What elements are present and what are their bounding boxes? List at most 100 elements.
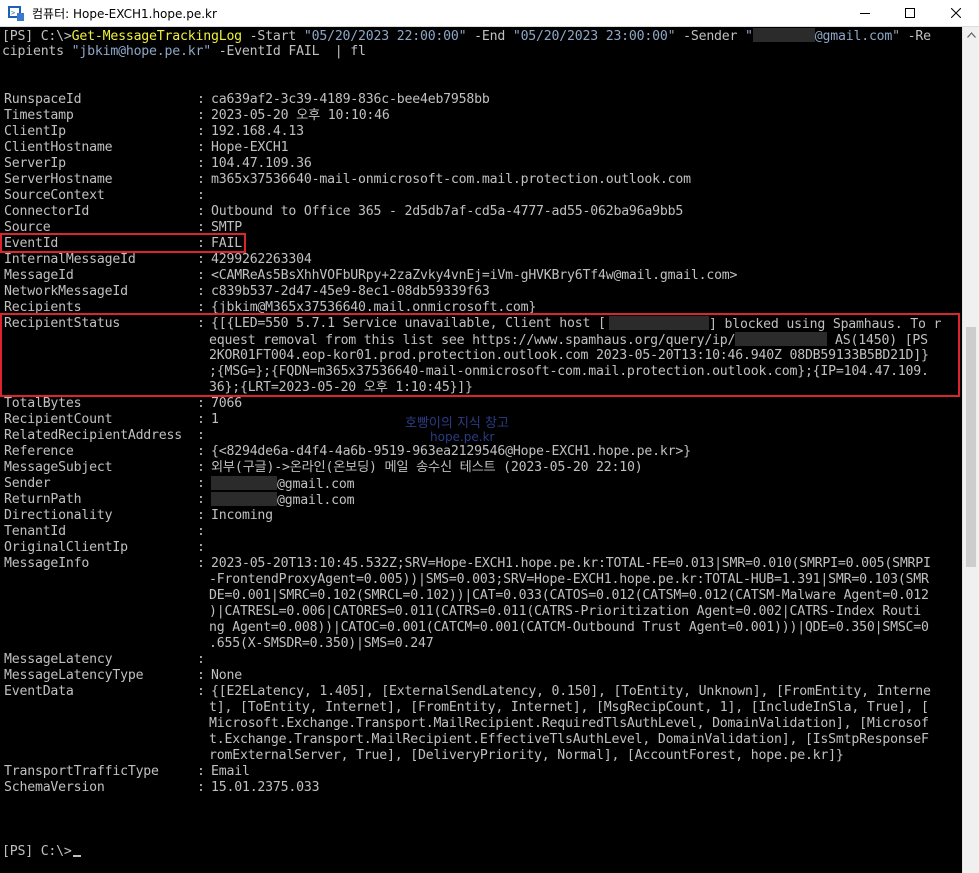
record-value-text: @gmail.com	[277, 477, 355, 492]
record-separator: :	[197, 524, 205, 539]
record-value: 192.168.4.13	[211, 124, 304, 139]
record-separator: :	[197, 396, 205, 411]
vertical-scrollbar[interactable]	[962, 27, 979, 873]
record-separator: :	[197, 556, 205, 571]
record-value: 7066	[211, 396, 242, 411]
maximize-button[interactable]	[887, 0, 933, 26]
record-key: OriginalClientIp	[4, 540, 128, 555]
record-separator: :	[197, 508, 205, 523]
redacted-block	[211, 492, 277, 506]
end-value: "05/20/2023 23:00:00"	[512, 29, 676, 44]
record-row: NetworkMessageId: c839b537-2d47-45e9-8ec1…	[2, 284, 962, 300]
record-value: c839b537-2d47-45e9-8ec1-08db59339f63	[211, 284, 490, 299]
record-separator: :	[197, 652, 205, 667]
record-key: RunspaceId	[4, 92, 82, 107]
message-info-line-3: DE=0.001|SMRC=0.102(SMRCL=0.102))|CAT=0.…	[209, 588, 929, 603]
record-value-text: @gmail.com	[277, 493, 355, 508]
record-separator: :	[197, 444, 205, 459]
record-key: MessageLatency	[4, 652, 113, 667]
exchange-shell-icon: >_	[8, 5, 24, 21]
command-line-2: cipients "jbkim@hope.pe.kr" -EventId FAI…	[2, 44, 366, 60]
scroll-up-button[interactable]	[963, 27, 979, 43]
record-separator: :	[197, 492, 205, 507]
record-key: ServerHostname	[4, 172, 113, 187]
record-row: Sender: @gmail.com	[2, 476, 962, 492]
record-value: Hope-EXCH1	[211, 140, 289, 155]
record-value: {[E2ELatency, 1.405], [ExternalSendLaten…	[211, 684, 931, 699]
record-row: ServerIp:104.47.109.36	[2, 156, 962, 172]
record-row: ConnectorId: Outbound to Office 365 - 2d5…	[2, 204, 962, 220]
record-value: @gmail.com	[211, 476, 355, 493]
eventid-highlight-box	[0, 233, 246, 253]
record-row: Reference: {<8294de6a-d4f4-4a6b-9519-963e…	[2, 444, 962, 460]
command-line-1: [PS] C:\>Get-MessageTrackingLog -Start "…	[2, 28, 931, 44]
recipients-param-cont: cipients	[2, 44, 72, 59]
record-row: Directionality: Incoming	[2, 508, 962, 524]
record-value: 2023-05-20T13:10:45.532Z;SRV=Hope-EXCH1.…	[211, 556, 931, 571]
text-cursor	[72, 855, 81, 857]
event-data-line-3: Microsoft.Exchange.Transport.MailRecipie…	[209, 716, 929, 731]
record-key: TransportTrafficType	[4, 764, 159, 779]
message-info-line-5: ng Agent=0.008))|CATOC=0.001(CATCM=0.001…	[209, 620, 929, 635]
record-key: RecipientCount	[4, 412, 113, 427]
redacted-block	[211, 476, 277, 490]
record-separator: :	[197, 764, 205, 779]
record-separator: :	[197, 780, 205, 795]
record-key: ClientHostname	[4, 140, 113, 155]
sender-quote: "	[745, 29, 753, 44]
record-key: EventData	[4, 684, 74, 699]
record-key: MessageId	[4, 268, 74, 283]
record-key: ReturnPath	[4, 492, 82, 507]
watermark-url: hope.pe.kr	[430, 430, 495, 444]
record-value: 외부(구글)->온라인(온보딩) 메일 송수신 테스트 (2023-05-20 …	[211, 460, 643, 475]
record-separator: :	[197, 476, 205, 491]
message-info-line-4: )|CATRESL=0.006|CATORES=0.011(CATRS=0.01…	[209, 604, 922, 619]
record-row: SchemaVersion:15.01.2375.033	[2, 780, 962, 796]
record-row: MessageSubject: 외부(구글)->온라인(온보딩) 메일 송수신 테…	[2, 460, 962, 476]
record-row: Timestamp:2023-05-20 오후 10:10:46	[2, 108, 962, 124]
record-separator: :	[197, 156, 205, 171]
record-key: MessageInfo	[4, 556, 90, 571]
close-icon	[951, 8, 961, 18]
title-bar[interactable]: >_ 컴퓨터: Hope-EXCH1.hope.pe.kr	[0, 0, 979, 27]
record-key: SchemaVersion	[4, 780, 105, 795]
record-row: InternalMessageId:4299262263304	[2, 252, 962, 268]
record-key: NetworkMessageId	[4, 284, 128, 299]
record-key: Directionality	[4, 508, 113, 523]
start-value: "05/20/2023 22:00:00"	[303, 29, 467, 44]
record-key: ConnectorId	[4, 204, 90, 219]
record-row: MessageLatency:	[2, 652, 962, 668]
record-value: m365x37536640-mail-onmicrosoft-com.mail.…	[211, 172, 691, 187]
maximize-icon	[905, 8, 915, 18]
record-row: SourceContext:	[2, 188, 962, 204]
close-button[interactable]	[933, 0, 979, 26]
record-value: {<8294de6a-d4f4-4a6b-9519-963ea2129546@H…	[211, 444, 691, 459]
cmdlet-name: Get-MessageTrackingLog	[71, 29, 242, 44]
record-value: <CAMReAs5BsXhhVOFbURpy+2zaZvky4vnEj=iVm-…	[211, 268, 738, 283]
record-value: Incoming	[211, 508, 273, 523]
console-output[interactable]: [PS] C:\>Get-MessageTrackingLog -Start "…	[0, 27, 962, 873]
record-row: MessageInfo:2023-05-20T13:10:45.532Z;SRV…	[2, 556, 962, 572]
record-value: 15.01.2375.033	[211, 780, 320, 795]
record-row: ClientIp:192.168.4.13	[2, 124, 962, 140]
record-value: 104.47.109.36	[211, 156, 312, 171]
final-prompt: [PS] C:\>	[2, 844, 72, 859]
record-key: ClientIp	[4, 124, 66, 139]
record-row: OriginalClientIp:	[2, 540, 962, 556]
prompt: [PS] C:\>	[2, 29, 72, 44]
record-row: TransportTrafficType: Email	[2, 764, 962, 780]
final-prompt-line[interactable]: [PS] C:\>	[2, 844, 81, 860]
minimize-button[interactable]	[842, 0, 888, 26]
record-separator: :	[197, 460, 205, 475]
record-row: EventData: {[E2ELatency, 1.405], [Externa…	[2, 684, 962, 700]
record-value: ca639af2-3c39-4189-836c-bee4eb7958bb	[211, 92, 490, 107]
record-separator: :	[197, 684, 205, 699]
record-key: Reference	[4, 444, 74, 459]
start-param: -Start	[241, 29, 304, 44]
record-separator: :	[197, 124, 205, 139]
record-row: ReturnPath: @gmail.com	[2, 492, 962, 508]
scroll-thumb[interactable]	[966, 327, 976, 567]
record-value: 1	[211, 412, 219, 427]
sender-param: -Sender	[675, 29, 746, 44]
record-separator: :	[197, 428, 205, 443]
